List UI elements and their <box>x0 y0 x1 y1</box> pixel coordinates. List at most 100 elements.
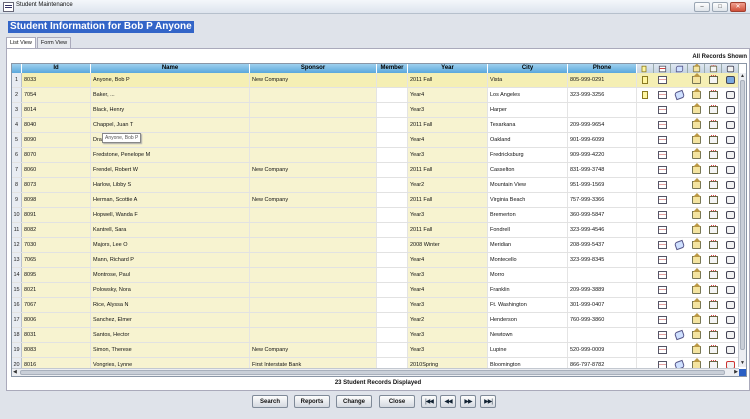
monitor-column-header[interactable] <box>722 64 739 73</box>
cell-row-number[interactable]: 7 <box>12 163 22 177</box>
calendar-icon[interactable] <box>658 136 667 144</box>
column-header-name[interactable]: Name <box>91 64 250 73</box>
table-row[interactable]: 6 8070 Fredstone, Penelope M Year3 Fredricks… <box>12 148 746 163</box>
monitor-icon[interactable] <box>726 121 735 129</box>
monitor-icon[interactable] <box>726 91 735 99</box>
house-icon[interactable] <box>692 193 701 204</box>
house-icon[interactable] <box>692 298 701 309</box>
table-row[interactable]: 12 7030 Majors, Lee O 2008 Winter Meridian 20… <box>12 238 746 253</box>
calendar-column-header[interactable] <box>654 64 671 73</box>
column-header-phone[interactable]: Phone <box>568 64 637 73</box>
monitor-icon[interactable] <box>726 301 735 309</box>
next-record-button[interactable]: ▶▶ <box>460 395 476 408</box>
birthday-column-header[interactable] <box>705 64 722 73</box>
vertical-scroll-thumb[interactable] <box>740 80 745 350</box>
scroll-right-icon[interactable]: ▶ <box>734 369 738 376</box>
cell-row-number[interactable]: 2 <box>12 88 22 102</box>
birthday-icon[interactable] <box>709 285 718 294</box>
cell-row-number[interactable]: 15 <box>12 283 22 297</box>
house-icon[interactable] <box>692 238 701 249</box>
calendar-icon[interactable] <box>658 76 667 84</box>
monitor-icon[interactable] <box>726 256 735 264</box>
cell-row-number[interactable]: 4 <box>12 118 22 132</box>
table-row[interactable]: 19 8083 Simon, Therese New Company Year3 Lupi… <box>12 343 746 358</box>
close-window-button[interactable]: ✕ <box>730 2 746 12</box>
column-header-member[interactable]: Member <box>377 64 408 73</box>
monitor-icon[interactable] <box>726 271 735 279</box>
house-icon[interactable] <box>692 178 701 189</box>
birthday-icon[interactable] <box>709 75 718 84</box>
cell-row-number[interactable]: 5 <box>12 133 22 147</box>
table-row[interactable]: 15 8021 Polowsky, Nora Year4 Franklin 209-999… <box>12 283 746 298</box>
table-row[interactable]: 2 7054 Baker, ... Year4 Los Angeles 323-999-3… <box>12 88 746 103</box>
maximize-button[interactable]: □ <box>712 2 728 12</box>
calendar-icon[interactable] <box>658 256 667 264</box>
tag-icon[interactable] <box>673 239 686 251</box>
monitor-icon[interactable] <box>726 226 735 234</box>
cell-row-number[interactable]: 17 <box>12 313 22 327</box>
table-row[interactable]: 10 8091 Hopwell, Wanda F Year3 Bremerton 360-… <box>12 208 746 223</box>
cell-row-number[interactable]: 1 <box>12 73 22 87</box>
monitor-icon[interactable] <box>726 211 735 219</box>
calendar-icon[interactable] <box>658 106 667 114</box>
birthday-icon[interactable] <box>709 345 718 354</box>
calendar-icon[interactable] <box>658 271 667 279</box>
monitor-icon[interactable] <box>726 151 735 159</box>
reports-button[interactable]: Reports <box>294 395 330 408</box>
cell-row-number[interactable]: 8 <box>12 178 22 192</box>
tag-icon[interactable] <box>673 329 686 341</box>
house-icon[interactable] <box>692 328 701 339</box>
birthday-icon[interactable] <box>709 225 718 234</box>
column-header-id[interactable]: Id <box>22 64 91 73</box>
monitor-icon[interactable] <box>726 316 735 324</box>
monitor-icon[interactable] <box>726 166 735 174</box>
previous-record-button[interactable]: ◀◀ <box>440 395 456 408</box>
monitor-icon[interactable] <box>726 286 735 294</box>
vertical-scrollbar[interactable]: ▲ ▼ <box>738 73 746 367</box>
house-icon[interactable] <box>692 103 701 114</box>
house-column-header[interactable] <box>688 64 705 73</box>
calendar-icon[interactable] <box>658 301 667 309</box>
calendar-icon[interactable] <box>658 286 667 294</box>
house-icon[interactable] <box>692 208 701 219</box>
birthday-icon[interactable] <box>709 165 718 174</box>
birthday-icon[interactable] <box>709 270 718 279</box>
birthday-icon[interactable] <box>709 120 718 129</box>
birthday-icon[interactable] <box>709 105 718 114</box>
cell-row-number[interactable]: 10 <box>12 208 22 222</box>
monitor-icon[interactable] <box>726 181 735 189</box>
monitor-icon[interactable] <box>726 196 735 204</box>
search-button[interactable]: Search <box>252 395 288 408</box>
calendar-icon[interactable] <box>658 196 667 204</box>
calendar-icon[interactable] <box>658 346 667 354</box>
scroll-down-icon[interactable]: ▼ <box>740 360 745 367</box>
change-button[interactable]: Change <box>336 395 372 408</box>
notes-icon[interactable] <box>642 91 648 99</box>
table-row[interactable]: 8 8073 Harlow, Libby S Year2 Mountain View 95… <box>12 178 746 193</box>
last-record-button[interactable]: ▶▶| <box>480 395 496 408</box>
close-button[interactable]: Close <box>379 395 415 408</box>
cell-row-number[interactable]: 6 <box>12 148 22 162</box>
cell-row-number[interactable]: 9 <box>12 193 22 207</box>
house-icon[interactable] <box>692 133 701 144</box>
calendar-icon[interactable] <box>658 241 667 249</box>
table-row[interactable]: 3 8014 Black, Henry Year3 Harper <box>12 103 746 118</box>
monitor-icon[interactable] <box>726 331 735 339</box>
cell-row-number[interactable]: 14 <box>12 268 22 282</box>
calendar-icon[interactable] <box>658 166 667 174</box>
cell-row-number[interactable]: 18 <box>12 328 22 342</box>
calendar-icon[interactable] <box>658 181 667 189</box>
table-row[interactable]: 13 7065 Mann, Richard P Year4 Montecello 323-… <box>12 253 746 268</box>
calendar-icon[interactable] <box>658 121 667 129</box>
table-row[interactable]: 14 8095 Montrose, Paul Year3 Morro <box>12 268 746 283</box>
monitor-icon[interactable] <box>726 106 735 114</box>
column-header-year[interactable]: Year <box>408 64 488 73</box>
notes-icon[interactable] <box>642 76 648 84</box>
house-icon[interactable] <box>692 268 701 279</box>
house-icon[interactable] <box>692 343 701 354</box>
table-row[interactable]: 9 8098 Herman, Scottie A New Company 2011 Fa… <box>12 193 746 208</box>
birthday-icon[interactable] <box>709 180 718 189</box>
cell-row-number[interactable]: 16 <box>12 298 22 312</box>
column-header-city[interactable]: City <box>488 64 568 73</box>
horizontal-scrollbar[interactable]: ◀ ▶ <box>12 368 739 376</box>
